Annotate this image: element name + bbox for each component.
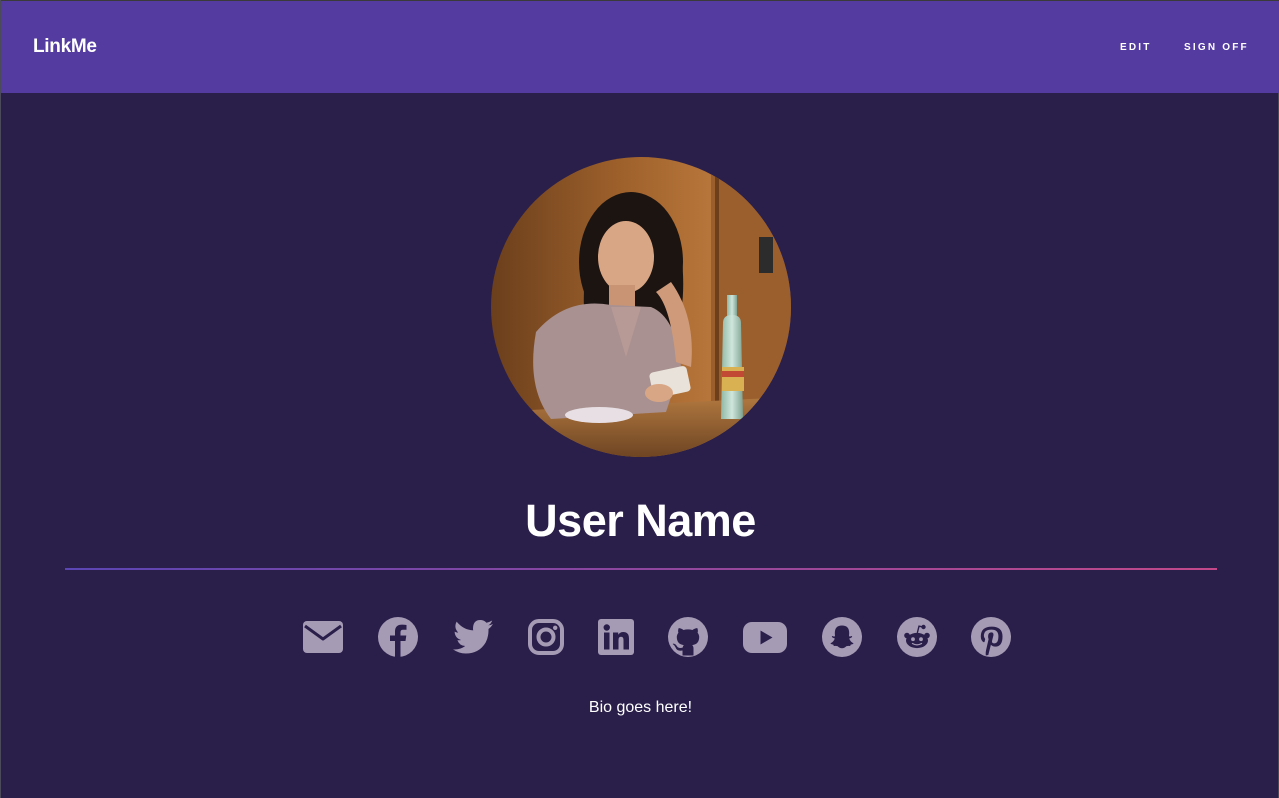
profile-avatar (491, 157, 791, 457)
sign-off-link[interactable]: SIGN OFF (1184, 42, 1249, 53)
snapchat-icon[interactable] (817, 612, 867, 662)
linkedin-icon[interactable] (591, 612, 641, 662)
email-icon[interactable] (298, 612, 348, 662)
github-icon[interactable] (663, 612, 713, 662)
page: LinkMe EDIT SIGN OFF User Name Bio goes … (0, 0, 1279, 798)
user-name: User Name (525, 495, 756, 546)
twitter-icon[interactable] (448, 612, 498, 662)
youtube-icon[interactable] (740, 612, 790, 662)
instagram-icon[interactable] (521, 612, 571, 662)
edit-link[interactable]: EDIT (1120, 42, 1152, 53)
reddit-icon[interactable] (892, 612, 942, 662)
brand-logo[interactable]: LinkMe (33, 36, 97, 58)
navbar: LinkMe EDIT SIGN OFF (1, 0, 1279, 93)
facebook-icon[interactable] (373, 612, 423, 662)
pinterest-icon[interactable] (966, 612, 1016, 662)
divider (65, 568, 1217, 570)
profile-photo (491, 157, 791, 457)
social-links (1, 612, 1279, 662)
bio-text: Bio goes here! (588, 699, 693, 716)
